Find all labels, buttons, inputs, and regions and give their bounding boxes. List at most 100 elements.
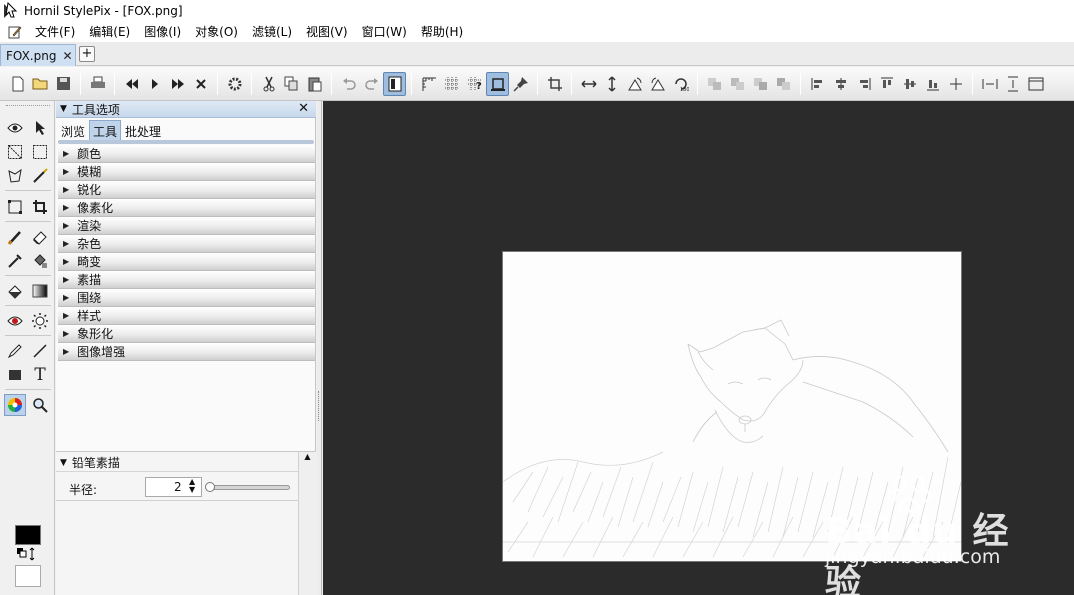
distribute-vertical-icon[interactable] — [1001, 72, 1024, 96]
app-icon[interactable] — [2, 2, 20, 20]
open-folder-icon[interactable] — [29, 72, 52, 96]
rotate-left-icon[interactable] — [623, 72, 646, 96]
tool-options-header[interactable]: ▼ 工具选项 ✕ — [56, 101, 316, 118]
rotate-180-icon[interactable]: 180 — [669, 72, 692, 96]
arrange-front-icon[interactable] — [703, 72, 726, 96]
zoom-magnifier-icon[interactable] — [29, 394, 51, 416]
pencil-sketch-header[interactable]: ▼ 铅笔素描 — [56, 454, 298, 472]
filter-category-sharpen[interactable]: ▶ 锐化 — [58, 181, 315, 199]
transform-icon[interactable] — [4, 196, 26, 218]
bucket-fill-icon[interactable] — [29, 250, 51, 272]
fast-forward-icon[interactable] — [166, 72, 189, 96]
filter-category-surround[interactable]: ▶ 围绕 — [58, 289, 315, 307]
filter-category-style[interactable]: ▶ 样式 — [58, 307, 315, 325]
crop-icon[interactable] — [29, 196, 51, 218]
align-right-icon[interactable] — [852, 72, 875, 96]
filter-category-sketch[interactable]: ▶ 素描 — [58, 271, 315, 289]
gradient-icon[interactable] — [29, 280, 51, 302]
align-cross-icon[interactable] — [944, 72, 967, 96]
rotate-right-icon[interactable] — [646, 72, 669, 96]
red-eye-icon[interactable] — [4, 310, 26, 332]
filter-category-enhance[interactable]: ▶ 图像增强 — [58, 343, 315, 361]
tab-browse[interactable]: 浏览 — [58, 121, 88, 142]
menu-object[interactable]: 对象(O) — [188, 22, 245, 42]
pointer-arrow-icon[interactable] — [29, 117, 51, 139]
brush-icon[interactable] — [4, 226, 26, 248]
rect-select-icon[interactable] — [29, 141, 51, 163]
filter-category-pictograph[interactable]: ▶ 象形化 — [58, 325, 315, 343]
fullscreen-icon[interactable] — [1024, 72, 1047, 96]
close-tab-icon[interactable]: ✕ — [62, 49, 72, 63]
batch-gear-icon[interactable] — [223, 72, 246, 96]
menu-image[interactable]: 图像(I) — [137, 22, 188, 42]
color-wheel-icon[interactable] — [4, 394, 26, 416]
menu-view[interactable]: 视图(V) — [299, 22, 355, 42]
clone-stamp-icon[interactable] — [4, 250, 26, 272]
filter-category-blur[interactable]: ▶ 模糊 — [58, 163, 315, 181]
arrange-forward-icon[interactable] — [726, 72, 749, 96]
radius-slider-track[interactable] — [206, 485, 290, 490]
collapse-triangle-icon[interactable]: ▼ — [60, 104, 67, 114]
align-bottom-icon[interactable] — [921, 72, 944, 96]
magic-wand-icon[interactable] — [29, 165, 51, 187]
arrange-backward-icon[interactable] — [749, 72, 772, 96]
toolbox-grip[interactable] — [6, 105, 50, 108]
filter-category-noise[interactable]: ▶ 杂色 — [58, 235, 315, 253]
lasso-icon[interactable] — [4, 165, 26, 187]
distribute-horizontal-icon[interactable] — [978, 72, 1001, 96]
undo-icon[interactable] — [337, 72, 360, 96]
options-scrollbar[interactable]: ▲ — [298, 452, 316, 595]
align-left-icon[interactable] — [806, 72, 829, 96]
filter-category-render[interactable]: ▶ 渲染 — [58, 217, 315, 235]
filter-category-distort[interactable]: ▶ 畸变 — [58, 253, 315, 271]
snap-icon[interactable] — [486, 71, 509, 96]
menu-edit[interactable]: 编辑(E) — [82, 22, 137, 42]
tab-batch[interactable]: 批处理 — [122, 121, 164, 142]
pencil-doc-icon[interactable] — [8, 25, 22, 39]
play-icon[interactable] — [143, 72, 166, 96]
grid-icon[interactable] — [440, 72, 463, 96]
new-file-icon[interactable] — [6, 72, 29, 96]
flip-horizontal-icon[interactable] — [577, 72, 600, 96]
menu-file[interactable]: 文件(F) — [28, 22, 82, 42]
eye-icon[interactable] — [4, 117, 26, 139]
copy-icon[interactable] — [280, 72, 303, 96]
pencil-icon[interactable] — [4, 340, 26, 362]
brightness-icon[interactable] — [29, 310, 51, 332]
pin-icon[interactable] — [509, 72, 532, 96]
first-image-icon[interactable] — [120, 72, 143, 96]
menu-window[interactable]: 窗口(W) — [355, 22, 414, 42]
ruler-icon[interactable] — [417, 72, 440, 96]
document-tab[interactable]: FOX.png ✕ — [0, 44, 76, 66]
collapse-triangle-icon[interactable]: ▼ — [60, 458, 67, 468]
filter-category-pixelate[interactable]: ▶ 像素化 — [58, 199, 315, 217]
arrange-back-icon[interactable] — [772, 72, 795, 96]
menu-filter[interactable]: 滤镜(L) — [245, 22, 299, 42]
close-panel-icon[interactable]: ✕ — [298, 101, 309, 116]
stop-icon[interactable] — [189, 72, 212, 96]
radius-spinner[interactable]: ▲ ▼ — [189, 478, 195, 494]
save-icon[interactable] — [52, 72, 75, 96]
panel-splitter[interactable] — [317, 101, 322, 595]
foreground-color-swatch[interactable] — [15, 525, 41, 545]
swap-colors-icon[interactable] — [16, 547, 38, 564]
paste-icon[interactable] — [303, 72, 326, 96]
rectangle-shape-icon[interactable] — [4, 364, 26, 386]
cut-icon[interactable] — [257, 72, 280, 96]
crop-canvas-icon[interactable] — [543, 72, 566, 96]
background-color-swatch[interactable] — [15, 565, 41, 587]
align-middle-icon[interactable] — [898, 72, 921, 96]
align-top-icon[interactable] — [875, 72, 898, 96]
filter-category-color[interactable]: ▶ 颜色 — [58, 145, 315, 163]
line-icon[interactable] — [29, 340, 51, 362]
print-icon[interactable] — [86, 72, 109, 96]
align-center-icon[interactable] — [829, 72, 852, 96]
redo-icon[interactable] — [360, 72, 383, 96]
menu-help[interactable]: 帮助(H) — [414, 22, 470, 42]
new-tab-button[interactable]: + — [79, 46, 95, 62]
text-tool-icon[interactable]: T — [29, 364, 51, 386]
eraser-icon[interactable] — [29, 226, 51, 248]
help-grid-icon[interactable]: ? — [463, 72, 486, 96]
fill-icon[interactable] — [4, 280, 26, 302]
free-select-icon[interactable] — [4, 141, 26, 163]
